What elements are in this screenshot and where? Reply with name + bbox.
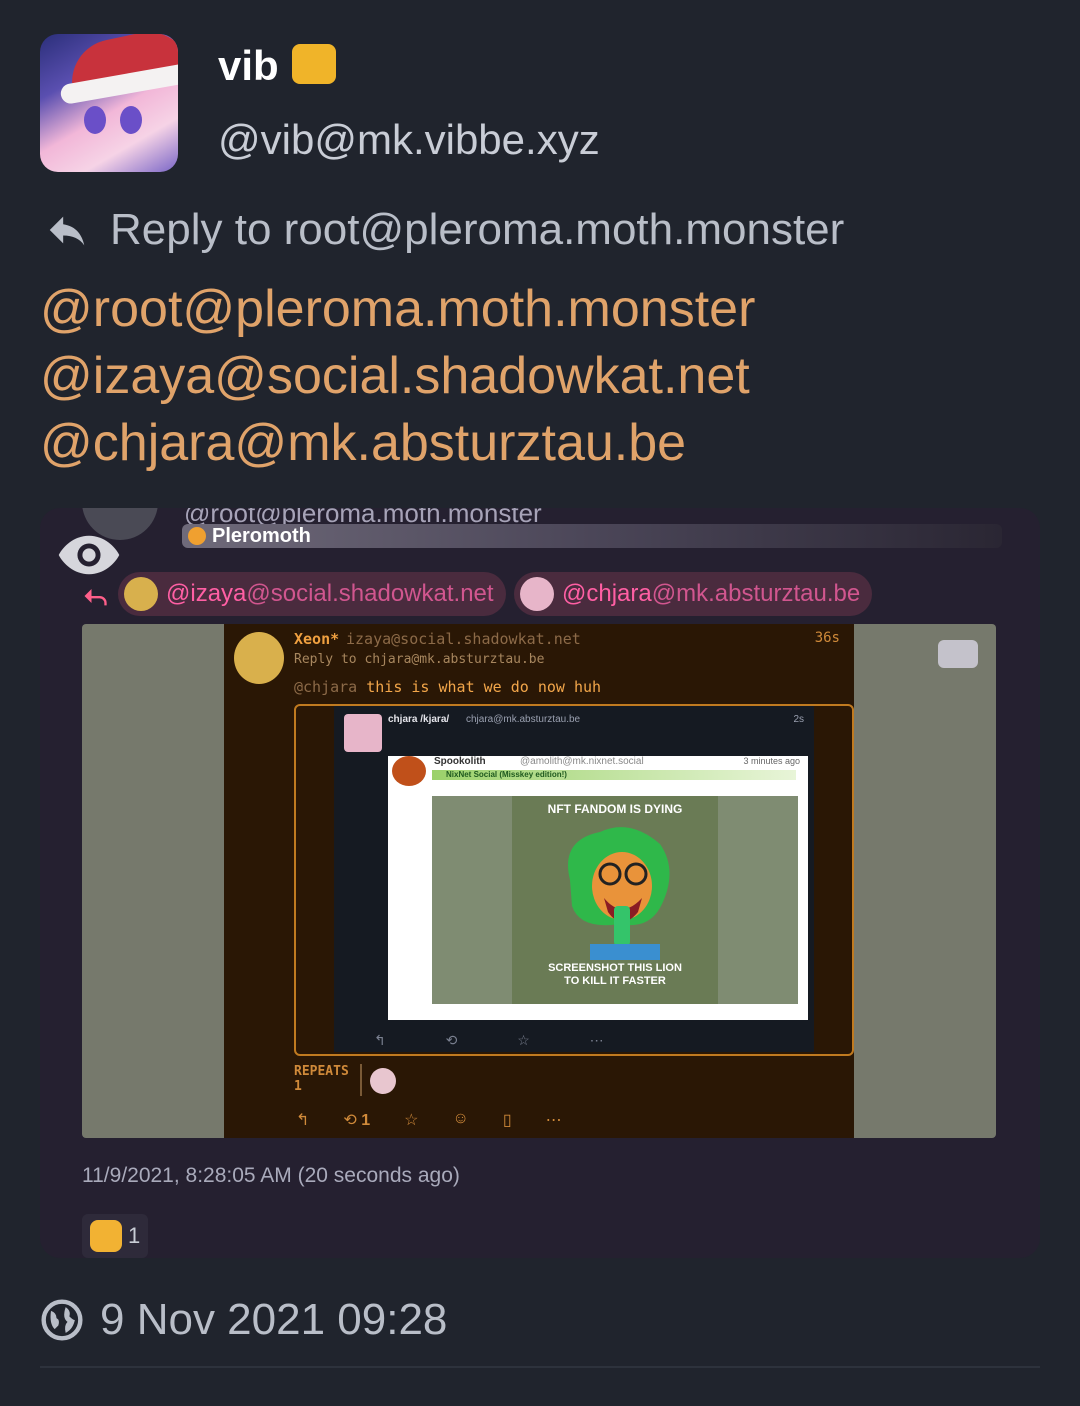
retoot-action-icon: ⟲ 1 bbox=[343, 1112, 371, 1129]
instance-icon bbox=[188, 527, 206, 545]
pill-host: @social.shadowkat.net bbox=[246, 580, 494, 607]
reply-to-line[interactable]: Reply to root@pleroma.moth.monster bbox=[44, 202, 844, 258]
post-header: vib @vib@mk.vibbe.xyz bbox=[40, 34, 1040, 174]
pill-user: @chjara bbox=[562, 580, 652, 607]
thumbs-up-icon bbox=[90, 1220, 122, 1252]
avatar-eye bbox=[84, 106, 106, 134]
quoted-name: chjara /kjara/ bbox=[388, 714, 450, 725]
mention-pill[interactable]: @izaya @social.shadowkat.net bbox=[118, 572, 506, 616]
meme-top-text: NFT FANDOM IS DYING bbox=[547, 802, 683, 816]
inner-post: Spookolith @amolith@mk.nixnet.social 3 m… bbox=[388, 756, 808, 1020]
embedded-body: this is what we do now huh bbox=[357, 678, 602, 696]
mention-link[interactable]: @izaya@social.shadowkat.net bbox=[40, 343, 1040, 410]
quoted-handle: chjara@mk.absturztau.be bbox=[466, 714, 581, 725]
inner-instance: NixNet Social (Misskey edition!) bbox=[432, 770, 796, 780]
more-action-icon: ⋯ bbox=[545, 1112, 562, 1129]
hide-media-button[interactable] bbox=[938, 640, 978, 668]
emoji-action-icon: ☺ bbox=[452, 1110, 469, 1127]
embedded-name: Xeon* bbox=[294, 630, 340, 648]
meme-bottom-text: SCREENSHOT THIS LION TO KILL IT FASTER bbox=[512, 962, 718, 988]
post-date[interactable]: 9 Nov 2021 09:28 bbox=[100, 1295, 447, 1345]
screenshot-timestamp: 11/9/2021, 8:28:05 AM (20 seconds ago) bbox=[82, 1164, 460, 1187]
attached-screenshot[interactable]: @root@pleroma.moth.monster Pleromoth @iz… bbox=[40, 508, 1040, 1258]
repeats-count: 1 bbox=[294, 1079, 302, 1094]
quoted-panel: chjara /kjara/ chjara@mk.absturztau.be 2… bbox=[334, 706, 814, 1052]
reply-arrow-icon bbox=[84, 589, 107, 606]
post-mentions: @root@pleroma.moth.monster @izaya@social… bbox=[40, 276, 1040, 477]
lion-image bbox=[568, 827, 670, 960]
meme-bottom-line: TO KILL IT FASTER bbox=[564, 975, 666, 987]
embedded-avatar bbox=[234, 632, 284, 684]
mention-link[interactable]: @root@pleroma.moth.monster bbox=[40, 276, 1040, 343]
embedded-image[interactable]: Xeon* izaya@social.shadowkat.net 36s Rep… bbox=[82, 624, 996, 1138]
repeats-label: REPEATS bbox=[294, 1064, 349, 1079]
quoted-time: 2s bbox=[793, 714, 804, 725]
retoot-count: 1 bbox=[361, 1112, 371, 1129]
repeats-separator bbox=[360, 1064, 362, 1096]
pill-user: @izaya bbox=[166, 580, 247, 607]
embedded-text: @chjara this is what we do now huh bbox=[294, 678, 601, 696]
embedded-reply-to: Reply to chjara@mk.absturztau.be bbox=[294, 652, 545, 667]
inner-time: 3 minutes ago bbox=[743, 756, 800, 766]
reaction-count: 1 bbox=[128, 1223, 141, 1248]
embedded-mention: @chjara bbox=[294, 678, 358, 696]
meme-frame: NFT FANDOM IS DYING SCREENSHOT THIS LION… bbox=[432, 796, 798, 1004]
repeats-block: REPEATS 1 bbox=[294, 1064, 349, 1094]
quoted-actions: ↰ ⟲ ☆ ⋯ bbox=[374, 1032, 632, 1048]
mention-pill[interactable]: @chjara @mk.absturztau.be bbox=[514, 572, 873, 616]
avatar[interactable] bbox=[40, 34, 178, 172]
embedded-time: 36s bbox=[814, 630, 840, 646]
eye-icon[interactable] bbox=[56, 532, 122, 578]
globe-icon[interactable] bbox=[40, 1298, 84, 1342]
embedded-post: Xeon* izaya@social.shadowkat.net 36s Rep… bbox=[224, 624, 854, 1138]
reply-icon bbox=[49, 216, 85, 246]
quoted-post: chjara /kjara/ chjara@mk.absturztau.be 2… bbox=[294, 704, 854, 1056]
embedded-actions: ↰ ⟲ 1 ☆ ☺ ▯ ⋯ bbox=[296, 1110, 596, 1130]
reaction-button[interactable]: 1 bbox=[82, 1214, 149, 1258]
reply-to-label: Reply to root@pleroma.moth.monster bbox=[110, 205, 845, 254]
mention-link[interactable]: @chjara@mk.absturztau.be bbox=[40, 410, 1040, 477]
inner-name: Spookolith bbox=[434, 756, 486, 767]
pill-host: @mk.absturztau.be bbox=[651, 580, 861, 607]
inner-handle: @amolith@mk.nixnet.social bbox=[520, 756, 644, 767]
favourite-action-icon: ☆ bbox=[404, 1112, 419, 1129]
post-footer: 9 Nov 2021 09:28 bbox=[40, 1292, 447, 1348]
quoted-avatar bbox=[344, 714, 382, 752]
avatar-eye bbox=[120, 106, 142, 134]
bookmark-action-icon: ▯ bbox=[502, 1112, 512, 1129]
pill-avatar bbox=[124, 577, 158, 611]
user-handle[interactable]: @vib@mk.vibbe.xyz bbox=[218, 116, 600, 164]
custom-emoji-icon bbox=[292, 44, 336, 84]
instance-name: Pleromoth bbox=[212, 524, 311, 547]
repeater-avatar bbox=[370, 1068, 396, 1094]
inner-avatar bbox=[392, 756, 426, 786]
embedded-handle: izaya@social.shadowkat.net bbox=[346, 630, 581, 648]
pill-avatar bbox=[520, 577, 554, 611]
screenshot-instance-ticker: Pleromoth bbox=[182, 524, 1002, 548]
meme-bottom-line: SCREENSHOT THIS LION bbox=[548, 962, 682, 974]
meme-image: NFT FANDOM IS DYING SCREENSHOT THIS LION… bbox=[512, 796, 718, 1004]
display-name[interactable]: vib bbox=[218, 42, 279, 90]
reply-action-icon: ↰ bbox=[296, 1112, 310, 1129]
divider bbox=[40, 1366, 1040, 1368]
